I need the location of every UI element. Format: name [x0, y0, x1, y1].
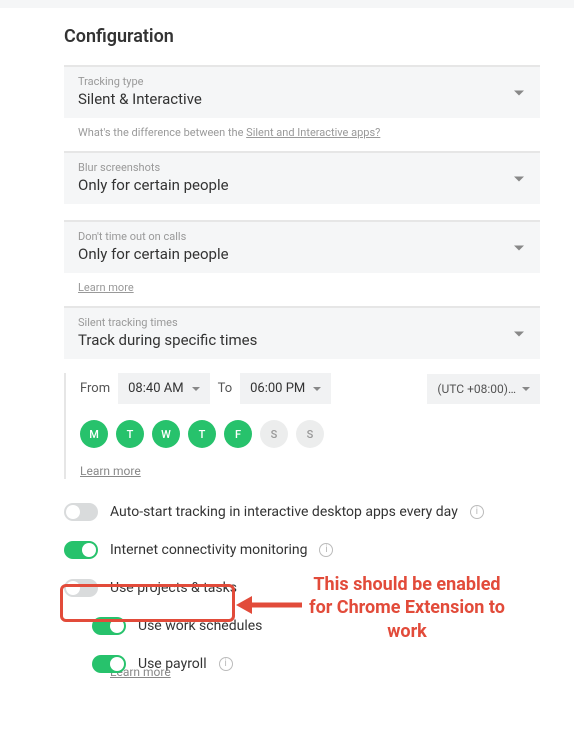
day-chip-0[interactable]: M [80, 420, 108, 448]
field-label: Blur screenshots [78, 161, 526, 174]
field-value: Only for certain people [78, 176, 526, 194]
silent-interactive-link[interactable]: Silent and Interactive apps? [246, 126, 380, 139]
timezone-value: (UTC +08:00)… [437, 382, 516, 396]
calls-learn-more-wrap: Learn more [64, 273, 540, 306]
projects-toggle[interactable] [64, 579, 98, 597]
projects-label: Use projects & tasks [110, 580, 237, 596]
autostart-row: Auto-start tracking in interactive deskt… [64, 503, 540, 521]
timezone-select[interactable]: (UTC +08:00)… [427, 374, 540, 404]
to-label: To [218, 381, 233, 396]
day-chip-2[interactable]: W [152, 420, 180, 448]
schedules-label: Use work schedules [138, 618, 262, 634]
time-range-row: From 08:40 AM To 06:00 PM (UTC +08:00)… [80, 373, 540, 404]
info-icon[interactable]: i [219, 657, 233, 671]
field-value: Only for certain people [78, 245, 526, 263]
field-label: Don't time out on calls [78, 230, 526, 243]
tracking-type-helper: What's the difference between the Silent… [64, 118, 540, 151]
tracking-type-select[interactable]: Tracking type Silent & Interactive [64, 65, 540, 118]
chevron-down-icon [514, 176, 524, 181]
info-icon[interactable]: i [470, 505, 484, 519]
day-chip-6[interactable]: S [296, 420, 324, 448]
autostart-label: Auto-start tracking in interactive deskt… [110, 504, 458, 520]
silent-times-select[interactable]: Silent tracking times Track during speci… [64, 306, 540, 359]
helper-text: What's the difference between the [78, 126, 246, 139]
blur-screenshots-select[interactable]: Blur screenshots Only for certain people [64, 151, 540, 204]
internet-toggle[interactable] [64, 541, 98, 559]
schedules-toggle[interactable] [92, 617, 126, 635]
day-chip-5[interactable]: S [260, 420, 288, 448]
chevron-down-icon [522, 387, 530, 391]
days-row: MTWTFSS [80, 420, 540, 448]
day-chip-1[interactable]: T [116, 420, 144, 448]
internet-label: Internet connectivity monitoring [110, 542, 307, 558]
field-value: Silent & Interactive [78, 90, 526, 108]
field-label: Silent tracking times [78, 316, 526, 329]
silent-times-detail: From 08:40 AM To 06:00 PM (UTC +08:00)… … [64, 373, 540, 479]
schedules-row: Use work schedules [92, 617, 540, 635]
chevron-down-icon [313, 387, 321, 391]
calls-learn-more-link[interactable]: Learn more [78, 281, 134, 294]
field-label: Tracking type [78, 75, 526, 88]
chevron-down-icon [514, 245, 524, 250]
day-chip-3[interactable]: T [188, 420, 216, 448]
timeout-calls-select[interactable]: Don't time out on calls Only for certain… [64, 220, 540, 273]
internet-row: Internet connectivity monitoring i [64, 541, 540, 559]
to-time-select[interactable]: 06:00 PM [240, 373, 331, 404]
info-icon[interactable]: i [319, 543, 333, 557]
field-value: Track during specific times [78, 331, 526, 349]
page-title: Configuration [64, 26, 540, 47]
to-time-value: 06:00 PM [250, 381, 305, 396]
day-chip-4[interactable]: F [224, 420, 252, 448]
window-topbar [0, 0, 574, 8]
from-label: From [80, 381, 110, 396]
chevron-down-icon [514, 90, 524, 95]
from-time-select[interactable]: 08:40 AM [118, 373, 209, 404]
chevron-down-icon [514, 331, 524, 336]
silent-times-learn-more-link[interactable]: Learn more [80, 464, 141, 478]
chevron-down-icon [192, 387, 200, 391]
config-panel: Configuration Tracking type Silent & Int… [0, 8, 574, 679]
from-time-value: 08:40 AM [128, 381, 183, 396]
payroll-toggle[interactable] [92, 655, 126, 673]
projects-row: Use projects & tasks [64, 579, 540, 597]
toggle-group: Auto-start tracking in interactive deskt… [64, 503, 540, 679]
autostart-toggle[interactable] [64, 503, 98, 521]
